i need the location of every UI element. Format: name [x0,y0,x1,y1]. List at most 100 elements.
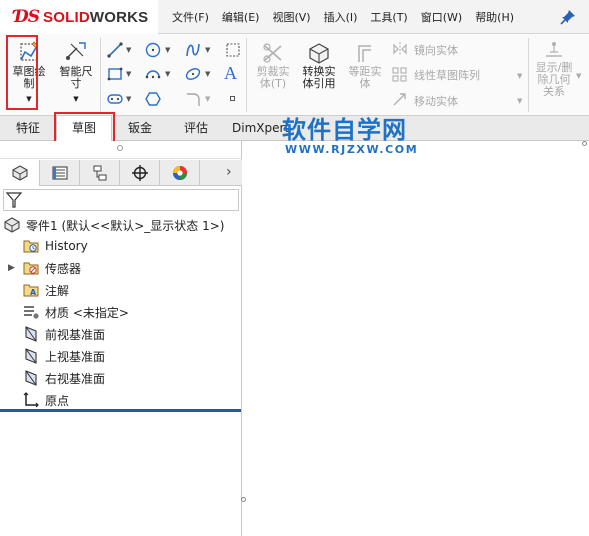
watermark-title: 软件自学网 [282,116,407,144]
material-icon [24,306,39,319]
property-manager-icon [51,166,68,180]
tree-item-sensors[interactable]: 传感器 [22,258,81,278]
slot-icon[interactable] [106,90,124,108]
move-entities-button[interactable]: 移动实体 [414,93,458,109]
solidworks-logo[interactable]: ƊS SOLIDWORKS [0,0,158,34]
tree-item-label: 材质 <未指定> [45,305,129,320]
tree-item-origin[interactable]: 原点 [22,390,69,410]
tab-feature-manager[interactable] [0,160,40,186]
menu-view[interactable]: 视图(V) [272,9,310,25]
tab-configuration-manager[interactable] [80,160,120,186]
tree-item-label: 原点 [45,393,70,408]
menu-insert[interactable]: 插入(I) [324,9,358,25]
smart-dimension-label-line2: 寸 [70,77,82,90]
title-bar: ƊS SOLIDWORKS 文件(F) 编辑(E) 视图(V) 插入(I) 工具… [0,0,589,34]
annotations-expand-icon[interactable]: ▶ [8,263,15,273]
watermark: 软件自学网 WWW.RJZXW.COM [282,110,418,156]
rollback-bar[interactable] [0,409,241,412]
tree-item-top-plane[interactable]: 上视基准面 [22,346,105,366]
panel-grip-icon[interactable] [117,145,123,151]
linear-pattern-dropdown-icon[interactable]: ▼ [517,72,522,80]
part-icon [4,217,20,233]
feature-tree-filter[interactable] [3,189,239,211]
plane-icon [25,348,37,364]
relations-dropdown-icon[interactable]: ▼ [576,72,581,80]
move-entities-icon [393,93,406,106]
graphics-area[interactable] [241,141,589,536]
tree-item-label: 传感器 [45,261,82,276]
point-icon[interactable] [230,96,235,101]
tab-dimxpert[interactable]: DimXpert [224,116,289,141]
mirror-entities-button[interactable]: 镜向实体 [414,42,458,58]
panel-tabs: › [0,160,242,186]
tree-item-annotations[interactable]: A 注解 [22,280,69,300]
menu-edit[interactable]: 编辑(E) [222,9,260,25]
smart-dimension-dropdown-icon[interactable]: ▼ [54,93,98,105]
trim-icon [263,43,282,63]
panel-resize-bar[interactable] [0,141,242,159]
crosshair-icon [131,165,148,181]
tree-item-history[interactable]: History [22,236,88,256]
spline-dropdown-icon[interactable]: ▼ [205,46,210,54]
svg-text:A: A [30,288,37,297]
convert-entities-icon [309,43,329,64]
convert-entities-button[interactable]: 转换实 体引用 [298,42,340,90]
tree-item-right-plane[interactable]: 右视基准面 [22,368,105,388]
tab-property-manager[interactable] [40,160,80,186]
plane-icon [25,370,37,386]
tab-display-manager[interactable] [160,160,200,186]
feature-manager-panel: › 零件1 (默认<<默认>_显示状态 1>) History 传感器 ▶ A … [0,141,242,536]
menu-window[interactable]: 窗口(W) [421,9,462,25]
tree-root-part[interactable]: 零件1 (默认<<默认>_显示状态 1>) [3,215,224,235]
mirror-entities-icon [393,42,407,56]
solidworks-window: ƊS SOLIDWORKS 文件(F) 编辑(E) 视图(V) 插入(I) 工具… [0,0,589,536]
construction-geometry-icon[interactable] [224,41,242,59]
circle-icon[interactable] [144,41,162,59]
menu-file[interactable]: 文件(F) [172,9,209,25]
arc-icon[interactable] [144,65,162,83]
history-icon [23,240,39,253]
relations-icon [546,42,562,57]
linear-pattern-icon [392,67,407,82]
tree-item-front-plane[interactable]: 前视基准面 [22,324,105,344]
trim-label-line2: 体(T) [259,77,287,90]
corner-handle-icon[interactable] [582,141,587,146]
panel-tabs-more-icon[interactable]: › [226,164,232,180]
smart-dimension-button[interactable]: 智能尺 寸 ▼ [54,40,98,105]
sketch-text-icon[interactable]: A [224,63,237,84]
rectangle-dropdown-icon[interactable]: ▼ [126,70,131,78]
slot-dropdown-icon[interactable]: ▼ [126,95,131,103]
tree-item-label: 上视基准面 [45,349,106,364]
display-delete-relations-button[interactable]: 显示/删 除几何 关系 [532,40,576,98]
menu-tools[interactable]: 工具(T) [370,9,407,25]
ribbon-separator [246,38,247,112]
line-dropdown-icon[interactable]: ▼ [126,46,131,54]
rectangle-icon[interactable] [106,65,124,83]
brand-name: SOLIDWORKS [43,8,149,26]
tree-item-label: 注解 [45,283,70,298]
tab-dimxpert-manager[interactable] [120,160,160,186]
offset-entities-button[interactable]: 等距实 体 [344,42,386,90]
tab-evaluate[interactable]: 评估 [168,116,224,141]
circle-dropdown-icon[interactable]: ▼ [165,46,170,54]
sketch-fillet-dropdown-icon: ▼ [205,95,211,103]
polygon-icon[interactable] [144,90,162,108]
ribbon-separator [528,38,529,112]
appearance-ball-icon [172,166,187,180]
move-entities-dropdown-icon[interactable]: ▼ [517,97,522,105]
line-icon[interactable] [106,41,124,59]
trim-entities-button[interactable]: 剪裁实 体(T) [252,42,294,90]
ribbon-separator [100,38,101,112]
linear-pattern-button[interactable]: 线性草图阵列 [414,67,480,83]
spline-icon[interactable] [184,41,202,59]
tab-features[interactable]: 特征 [0,116,56,141]
menu-help[interactable]: 帮助(H) [475,9,514,25]
pin-icon[interactable] [558,7,578,27]
ellipse-dropdown-icon[interactable]: ▼ [205,70,210,78]
menu-bar: 文件(F) 编辑(E) 视图(V) 插入(I) 工具(T) 窗口(W) 帮助(H… [172,0,527,34]
arc-dropdown-icon[interactable]: ▼ [165,70,170,78]
splitter-handle-icon[interactable] [241,497,246,502]
tree-item-material[interactable]: 材质 <未指定> [22,302,129,322]
tab-sheet-metal[interactable]: 钣金 [112,116,168,141]
ellipse-icon[interactable] [184,65,202,83]
